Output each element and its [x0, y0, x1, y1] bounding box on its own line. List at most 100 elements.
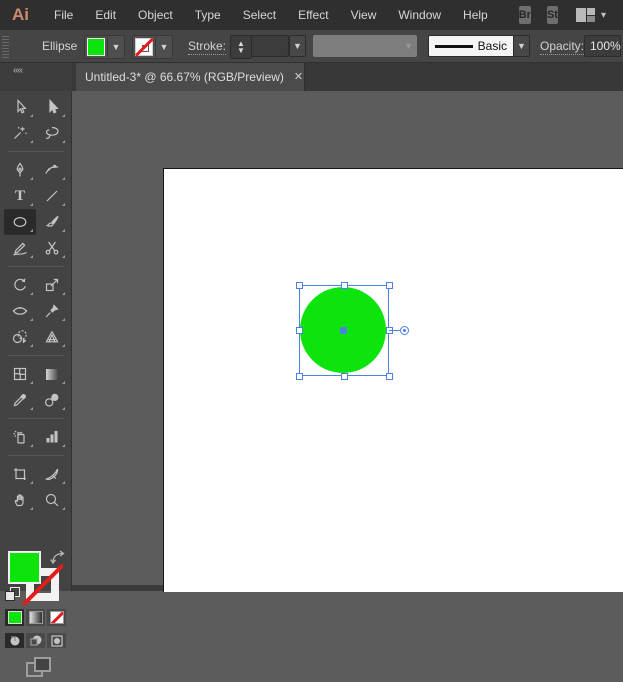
- tool-artboard[interactable]: [4, 461, 36, 487]
- draw-normal-button[interactable]: [5, 633, 24, 648]
- tool-ellipse[interactable]: [4, 209, 36, 235]
- tool-puppet-warp[interactable]: [36, 298, 68, 324]
- selection-handle[interactable]: [386, 373, 393, 380]
- chevron-down-icon: ▼: [404, 41, 413, 51]
- fill-proxy-swatch[interactable]: [8, 551, 41, 584]
- stroke-weight-dropdown[interactable]: ▼: [289, 35, 306, 57]
- brush-definition-dropdown[interactable]: Basic: [428, 35, 514, 57]
- draw-mode-buttons: [5, 633, 67, 648]
- menu-item-select[interactable]: Select: [232, 0, 287, 30]
- gradient-icon: [29, 611, 43, 624]
- toolbar-header[interactable]: ««: [0, 62, 72, 91]
- tool-direct-selection[interactable]: [36, 94, 68, 120]
- fill-swatch[interactable]: [87, 38, 105, 56]
- selection-handle[interactable]: [341, 282, 348, 289]
- tool-hand[interactable]: [4, 487, 36, 513]
- transform-widget-line: [389, 330, 400, 331]
- document-tab[interactable]: Untitled-3* @ 66.67% (RGB/Preview) ✕: [76, 62, 305, 91]
- stroke-weight-stepper[interactable]: ▲ ▼: [230, 35, 252, 59]
- screen-mode-icon[interactable]: [26, 657, 48, 675]
- document-tab-bar: Untitled-3* @ 66.67% (RGB/Preview) ✕: [72, 62, 623, 91]
- brush-dropdown-chevron[interactable]: ▼: [513, 35, 530, 57]
- artboard[interactable]: [163, 168, 623, 592]
- tool-scale[interactable]: [36, 272, 68, 298]
- collapse-toolbar-icon[interactable]: ««: [13, 65, 22, 76]
- tool-lasso[interactable]: [36, 120, 68, 146]
- tool-group-separator: [8, 455, 64, 456]
- fill-stroke-proxy: [0, 547, 72, 682]
- control-bar-grip[interactable]: [2, 34, 9, 58]
- brush-stroke-preview: [435, 45, 473, 48]
- live-shape-widget[interactable]: [400, 326, 409, 335]
- stroke-weight-input[interactable]: [251, 35, 289, 57]
- menu-bar: Ai FileEditObjectTypeSelectEffectViewWin…: [0, 0, 623, 30]
- draw-behind-button[interactable]: [26, 633, 45, 648]
- context-label: Ellipse: [42, 39, 77, 53]
- tool-line-segment[interactable]: [36, 183, 68, 209]
- workspace-switcher-icon[interactable]: [576, 8, 595, 22]
- color-type-color-button[interactable]: [5, 609, 24, 626]
- tool-scissors[interactable]: [36, 235, 68, 261]
- selection-handle[interactable]: [296, 373, 303, 380]
- bottom-edge-strip: [72, 585, 163, 591]
- swap-fill-stroke-icon[interactable]: [50, 550, 66, 565]
- selection-handle[interactable]: [296, 282, 303, 289]
- tool-group-separator: [8, 418, 64, 419]
- tool-rotate[interactable]: [4, 272, 36, 298]
- tool-pen[interactable]: [4, 157, 36, 183]
- default-fill-stroke-icon[interactable]: [5, 587, 20, 601]
- tool-blend[interactable]: [36, 387, 68, 413]
- menu-item-edit[interactable]: Edit: [84, 0, 127, 30]
- tool-shaper[interactable]: [4, 235, 36, 261]
- menu-items: FileEditObjectTypeSelectEffectViewWindow…: [43, 0, 499, 30]
- color-type-none-button[interactable]: [47, 609, 66, 626]
- stroke-weight-label[interactable]: Stroke:: [188, 39, 226, 55]
- chevron-down-icon[interactable]: ▼: [107, 37, 124, 57]
- menu-item-object[interactable]: Object: [127, 0, 184, 30]
- menu-item-help[interactable]: Help: [452, 0, 499, 30]
- tool-curvature[interactable]: [36, 157, 68, 183]
- stroke-swatch-none[interactable]: [135, 38, 153, 56]
- chevron-down-icon[interactable]: ▾: [601, 10, 606, 21]
- draw-inside-button[interactable]: [47, 633, 66, 648]
- tool-type[interactable]: T: [4, 183, 36, 209]
- color-type-gradient-button[interactable]: [26, 609, 45, 626]
- tool-eyedropper[interactable]: [4, 387, 36, 413]
- menu-item-effect[interactable]: Effect: [287, 0, 339, 30]
- opacity-input[interactable]: 100%: [584, 35, 621, 57]
- fill-color-dropdown[interactable]: ▼: [84, 35, 125, 59]
- selection-handle[interactable]: [386, 282, 393, 289]
- chevron-down-icon[interactable]: ▼: [155, 37, 172, 57]
- menu-item-type[interactable]: Type: [184, 0, 232, 30]
- tool-slice[interactable]: [36, 461, 68, 487]
- tool-shape-builder[interactable]: [4, 324, 36, 350]
- menu-item-file[interactable]: File: [43, 0, 84, 30]
- brush-name: Basic: [478, 39, 507, 53]
- tool-symbol-sprayer[interactable]: [4, 424, 36, 450]
- tool-selection[interactable]: [4, 94, 36, 120]
- selection-handle[interactable]: [296, 327, 303, 334]
- shape-center-point[interactable]: [340, 327, 347, 334]
- tool-perspective-grid[interactable]: [36, 324, 68, 350]
- tool-column-graph[interactable]: [36, 424, 68, 450]
- close-tab-icon[interactable]: ✕: [294, 70, 303, 83]
- tool-paintbrush[interactable]: [36, 209, 68, 235]
- variable-width-profile-dropdown: ▼: [313, 35, 417, 57]
- tool-grid: T: [4, 94, 68, 513]
- tool-zoom[interactable]: [36, 487, 68, 513]
- tool-gradient[interactable]: [36, 361, 68, 387]
- tool-group-separator: [8, 355, 64, 356]
- document-tab-title: Untitled-3* @ 66.67% (RGB/Preview): [85, 70, 284, 84]
- stock-button[interactable]: St: [547, 6, 558, 24]
- opacity-label[interactable]: Opacity:: [540, 39, 584, 55]
- stroke-color-dropdown[interactable]: ▼: [132, 35, 173, 59]
- bridge-button[interactable]: Br: [519, 6, 531, 24]
- selection-handle[interactable]: [341, 373, 348, 380]
- none-icon: [50, 611, 64, 624]
- tool-mesh[interactable]: [4, 361, 36, 387]
- tool-width[interactable]: [4, 298, 36, 324]
- menu-item-window[interactable]: Window: [387, 0, 452, 30]
- menu-item-view[interactable]: View: [340, 0, 388, 30]
- stepper-down-icon[interactable]: ▼: [237, 47, 245, 54]
- tool-magic-wand[interactable]: [4, 120, 36, 146]
